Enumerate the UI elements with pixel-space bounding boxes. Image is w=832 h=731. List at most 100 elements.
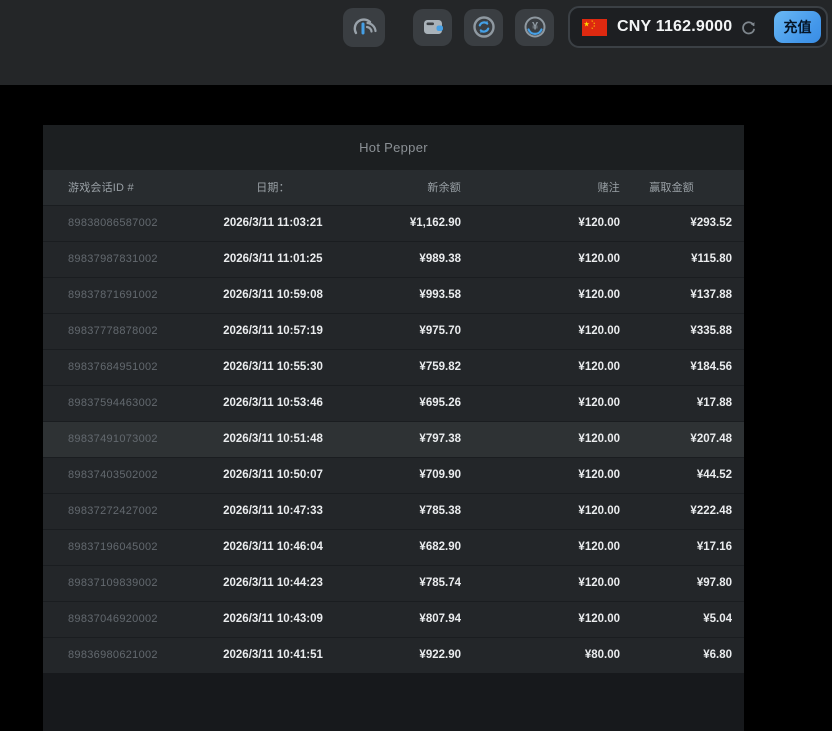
cell-bet: ¥120.00 [473,277,632,313]
cell-date: 2026/3/11 10:46:04 [173,529,373,565]
cell-date: 2026/3/11 10:50:07 [173,457,373,493]
screen: ¥ CNY 1162.9000 [0,0,832,731]
gauge-icon [350,14,378,40]
col-header-balance: 新余额 [373,170,473,205]
cell-bet: ¥120.00 [473,205,632,241]
cell-balance: ¥993.58 [373,277,473,313]
table-row[interactable]: 89837491073002 2026/3/11 10:51:48 ¥797.3… [43,421,744,457]
cell-session-id: 89837196045002 [43,529,173,565]
cell-bet: ¥120.00 [473,529,632,565]
cell-session-id: 89837403502002 [43,457,173,493]
balance-refresh-icon[interactable] [740,19,757,36]
exchange-button[interactable]: ¥ [515,9,554,46]
table-row[interactable]: 89837272427002 2026/3/11 10:47:33 ¥785.3… [43,493,744,529]
cell-win: ¥97.80 [632,565,744,601]
cell-win: ¥293.52 [632,205,744,241]
table-row[interactable]: 89837046920002 2026/3/11 10:43:09 ¥807.9… [43,601,744,637]
cell-date: 2026/3/11 10:44:23 [173,565,373,601]
cell-balance: ¥922.90 [373,637,473,673]
cell-date: 2026/3/11 10:59:08 [173,277,373,313]
cell-session-id: 89837272427002 [43,493,173,529]
cell-balance: ¥975.70 [373,313,473,349]
cell-balance: ¥807.94 [373,601,473,637]
table-row[interactable]: 89837778878002 2026/3/11 10:57:19 ¥975.7… [43,313,744,349]
cell-win: ¥115.80 [632,241,744,277]
cell-date: 2026/3/11 10:41:51 [173,637,373,673]
table-row[interactable]: 89836980621002 2026/3/11 10:41:51 ¥922.9… [43,637,744,673]
balance-amount: CNY 1162.9000 [617,18,732,36]
currency-selector[interactable]: CNY 1162.9000 充值 [568,6,828,48]
cell-balance: ¥797.38 [373,421,473,457]
cell-date: 2026/3/11 10:55:30 [173,349,373,385]
cell-session-id: 89837491073002 [43,421,173,457]
recharge-button[interactable]: 充值 [774,11,821,43]
cell-balance: ¥785.74 [373,565,473,601]
table-row[interactable]: 89837594463002 2026/3/11 10:53:46 ¥695.2… [43,385,744,421]
china-flag-icon [582,19,607,36]
cell-win: ¥222.48 [632,493,744,529]
cell-win: ¥44.52 [632,457,744,493]
cell-date: 2026/3/11 10:57:19 [173,313,373,349]
cell-session-id: 89837871691002 [43,277,173,313]
wallet-button[interactable] [413,9,452,46]
cell-date: 2026/3/11 10:43:09 [173,601,373,637]
cell-balance: ¥785.38 [373,493,473,529]
cell-bet: ¥120.00 [473,241,632,277]
cell-win: ¥5.04 [632,601,744,637]
cell-session-id: 89836980621002 [43,637,173,673]
topbar-row: ¥ CNY 1162.9000 [343,6,828,48]
cell-bet: ¥120.00 [473,349,632,385]
cell-date: 2026/3/11 11:03:21 [173,205,373,241]
cell-balance: ¥682.90 [373,529,473,565]
table-row[interactable]: 89837109839002 2026/3/11 10:44:23 ¥785.7… [43,565,744,601]
cell-win: ¥17.16 [632,529,744,565]
cell-bet: ¥120.00 [473,385,632,421]
cell-bet: ¥120.00 [473,313,632,349]
table-footer [43,673,744,731]
table-row[interactable]: 89838086587002 2026/3/11 11:03:21 ¥1,162… [43,205,744,241]
cell-session-id: 89837987831002 [43,241,173,277]
table-row[interactable]: 89837987831002 2026/3/11 11:01:25 ¥989.3… [43,241,744,277]
cell-balance: ¥709.90 [373,457,473,493]
cell-win: ¥17.88 [632,385,744,421]
col-header-session-id: 游戏会话ID # [43,170,173,205]
cell-session-id: 89837046920002 [43,601,173,637]
cell-session-id: 89837109839002 [43,565,173,601]
cell-bet: ¥120.00 [473,601,632,637]
table-body: 89838086587002 2026/3/11 11:03:21 ¥1,162… [43,205,744,673]
svg-text:¥: ¥ [531,21,538,33]
cell-win: ¥184.56 [632,349,744,385]
game-history-card: Hot Pepper 游戏会话ID # 日期： 新余额 赌注 赢取金额 8983… [43,125,744,731]
cell-date: 2026/3/11 10:51:48 [173,421,373,457]
refresh-icon [472,15,496,39]
cell-session-id: 89837594463002 [43,385,173,421]
history-table: 游戏会话ID # 日期： 新余额 赌注 赢取金额 89838086587002 … [43,170,744,673]
wallet-icon [421,16,445,38]
cell-win: ¥137.88 [632,277,744,313]
cell-bet: ¥120.00 [473,457,632,493]
cell-balance: ¥759.82 [373,349,473,385]
game-title: Hot Pepper [43,125,744,170]
cell-balance: ¥695.26 [373,385,473,421]
refresh-button[interactable] [464,9,503,46]
topbar: ¥ CNY 1162.9000 [0,0,832,85]
col-header-bet: 赌注 [473,170,632,205]
cell-date: 2026/3/11 11:01:25 [173,241,373,277]
cell-balance: ¥989.38 [373,241,473,277]
col-header-win: 赢取金额 [632,170,744,205]
cell-session-id: 89837684951002 [43,349,173,385]
cell-win: ¥6.80 [632,637,744,673]
cell-bet: ¥120.00 [473,565,632,601]
cell-session-id: 89838086587002 [43,205,173,241]
table-row[interactable]: 89837403502002 2026/3/11 10:50:07 ¥709.9… [43,457,744,493]
currency-exchange-icon: ¥ [523,15,547,39]
gauge-button[interactable] [343,8,385,47]
table-row[interactable]: 89837196045002 2026/3/11 10:46:04 ¥682.9… [43,529,744,565]
cell-date: 2026/3/11 10:53:46 [173,385,373,421]
cell-balance: ¥1,162.90 [373,205,473,241]
table-row[interactable]: 89837684951002 2026/3/11 10:55:30 ¥759.8… [43,349,744,385]
header-row: 游戏会话ID # 日期： 新余额 赌注 赢取金额 [43,170,744,205]
table-row[interactable]: 89837871691002 2026/3/11 10:59:08 ¥993.5… [43,277,744,313]
col-header-date: 日期： [173,170,373,205]
cell-win: ¥207.48 [632,421,744,457]
